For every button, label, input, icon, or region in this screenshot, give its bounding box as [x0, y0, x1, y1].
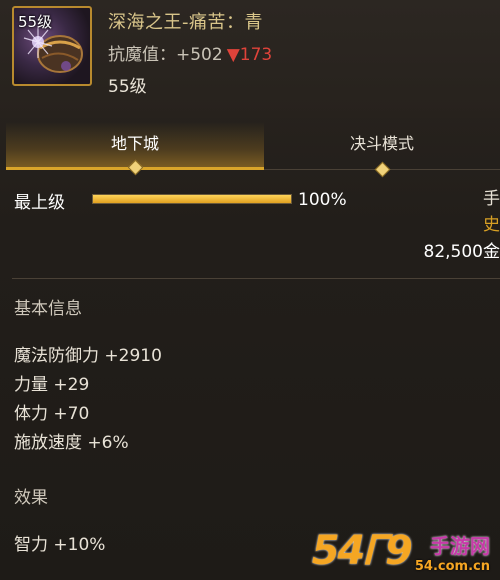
upgrade-progress-bar — [92, 194, 292, 204]
watermark-glyph: Ꮁ9 — [363, 528, 413, 574]
down-arrow-icon: ▼ — [226, 45, 240, 65]
watermark-name: 手游网 — [430, 534, 490, 558]
armor-piece-icon[interactable]: 55级 — [12, 6, 92, 86]
basic-info-title: 基本信息 — [14, 299, 82, 319]
watermark-number: 54 — [311, 528, 366, 574]
side-info-price: 82,500金 — [423, 242, 500, 262]
stat-change-value: 173 — [239, 45, 273, 65]
tab-duel-mode[interactable]: 决斗模式 — [264, 122, 500, 178]
diamond-icon — [127, 159, 144, 176]
item-level-tag: 55级 — [18, 13, 53, 31]
diamond-icon — [374, 161, 391, 178]
effect-line: 智力 +10% — [14, 535, 106, 555]
item-header: 55级 深海之王-痛苦：青 抗魔值：+502 ▼173 55级 — [0, 0, 500, 118]
magic-resist-stat: 抗魔值：+502 ▼173 — [108, 40, 272, 65]
side-info-rarity: 史 — [483, 215, 500, 235]
item-level: 55级 — [108, 77, 147, 97]
progress-fill — [93, 195, 291, 203]
upgrade-percent: 100% — [298, 190, 347, 210]
tab-label: 决斗模式 — [349, 134, 414, 153]
tab-dungeon[interactable]: 地下城 — [6, 122, 264, 176]
divider — [12, 278, 500, 279]
effects-title: 效果 — [14, 488, 48, 508]
mode-tabs: 地下城 决斗模式 — [0, 122, 500, 178]
watermark-text: 手游网 54.com.cn — [415, 530, 490, 574]
watermark-url: 54.com.cn — [414, 559, 490, 574]
stat-label: 抗魔值： — [108, 45, 176, 65]
attribute-line: 体力 +70 — [14, 404, 90, 424]
tab-label: 地下城 — [110, 134, 159, 153]
attribute-line: 力量 +29 — [14, 375, 90, 395]
stat-change: ▼173 — [227, 45, 273, 65]
attribute-line: 施放速度 +6% — [14, 433, 129, 453]
side-info-line1: 手 — [483, 189, 500, 209]
stat-value: +502 — [176, 45, 223, 65]
attribute-line: 魔法防御力 +2910 — [14, 346, 162, 366]
upgrade-label: 最上级 — [14, 193, 65, 213]
site-watermark-logo: 54 Ꮁ9 手游网 54.com.cn — [312, 528, 490, 574]
item-name: 深海之王-痛苦：青 — [108, 12, 263, 33]
